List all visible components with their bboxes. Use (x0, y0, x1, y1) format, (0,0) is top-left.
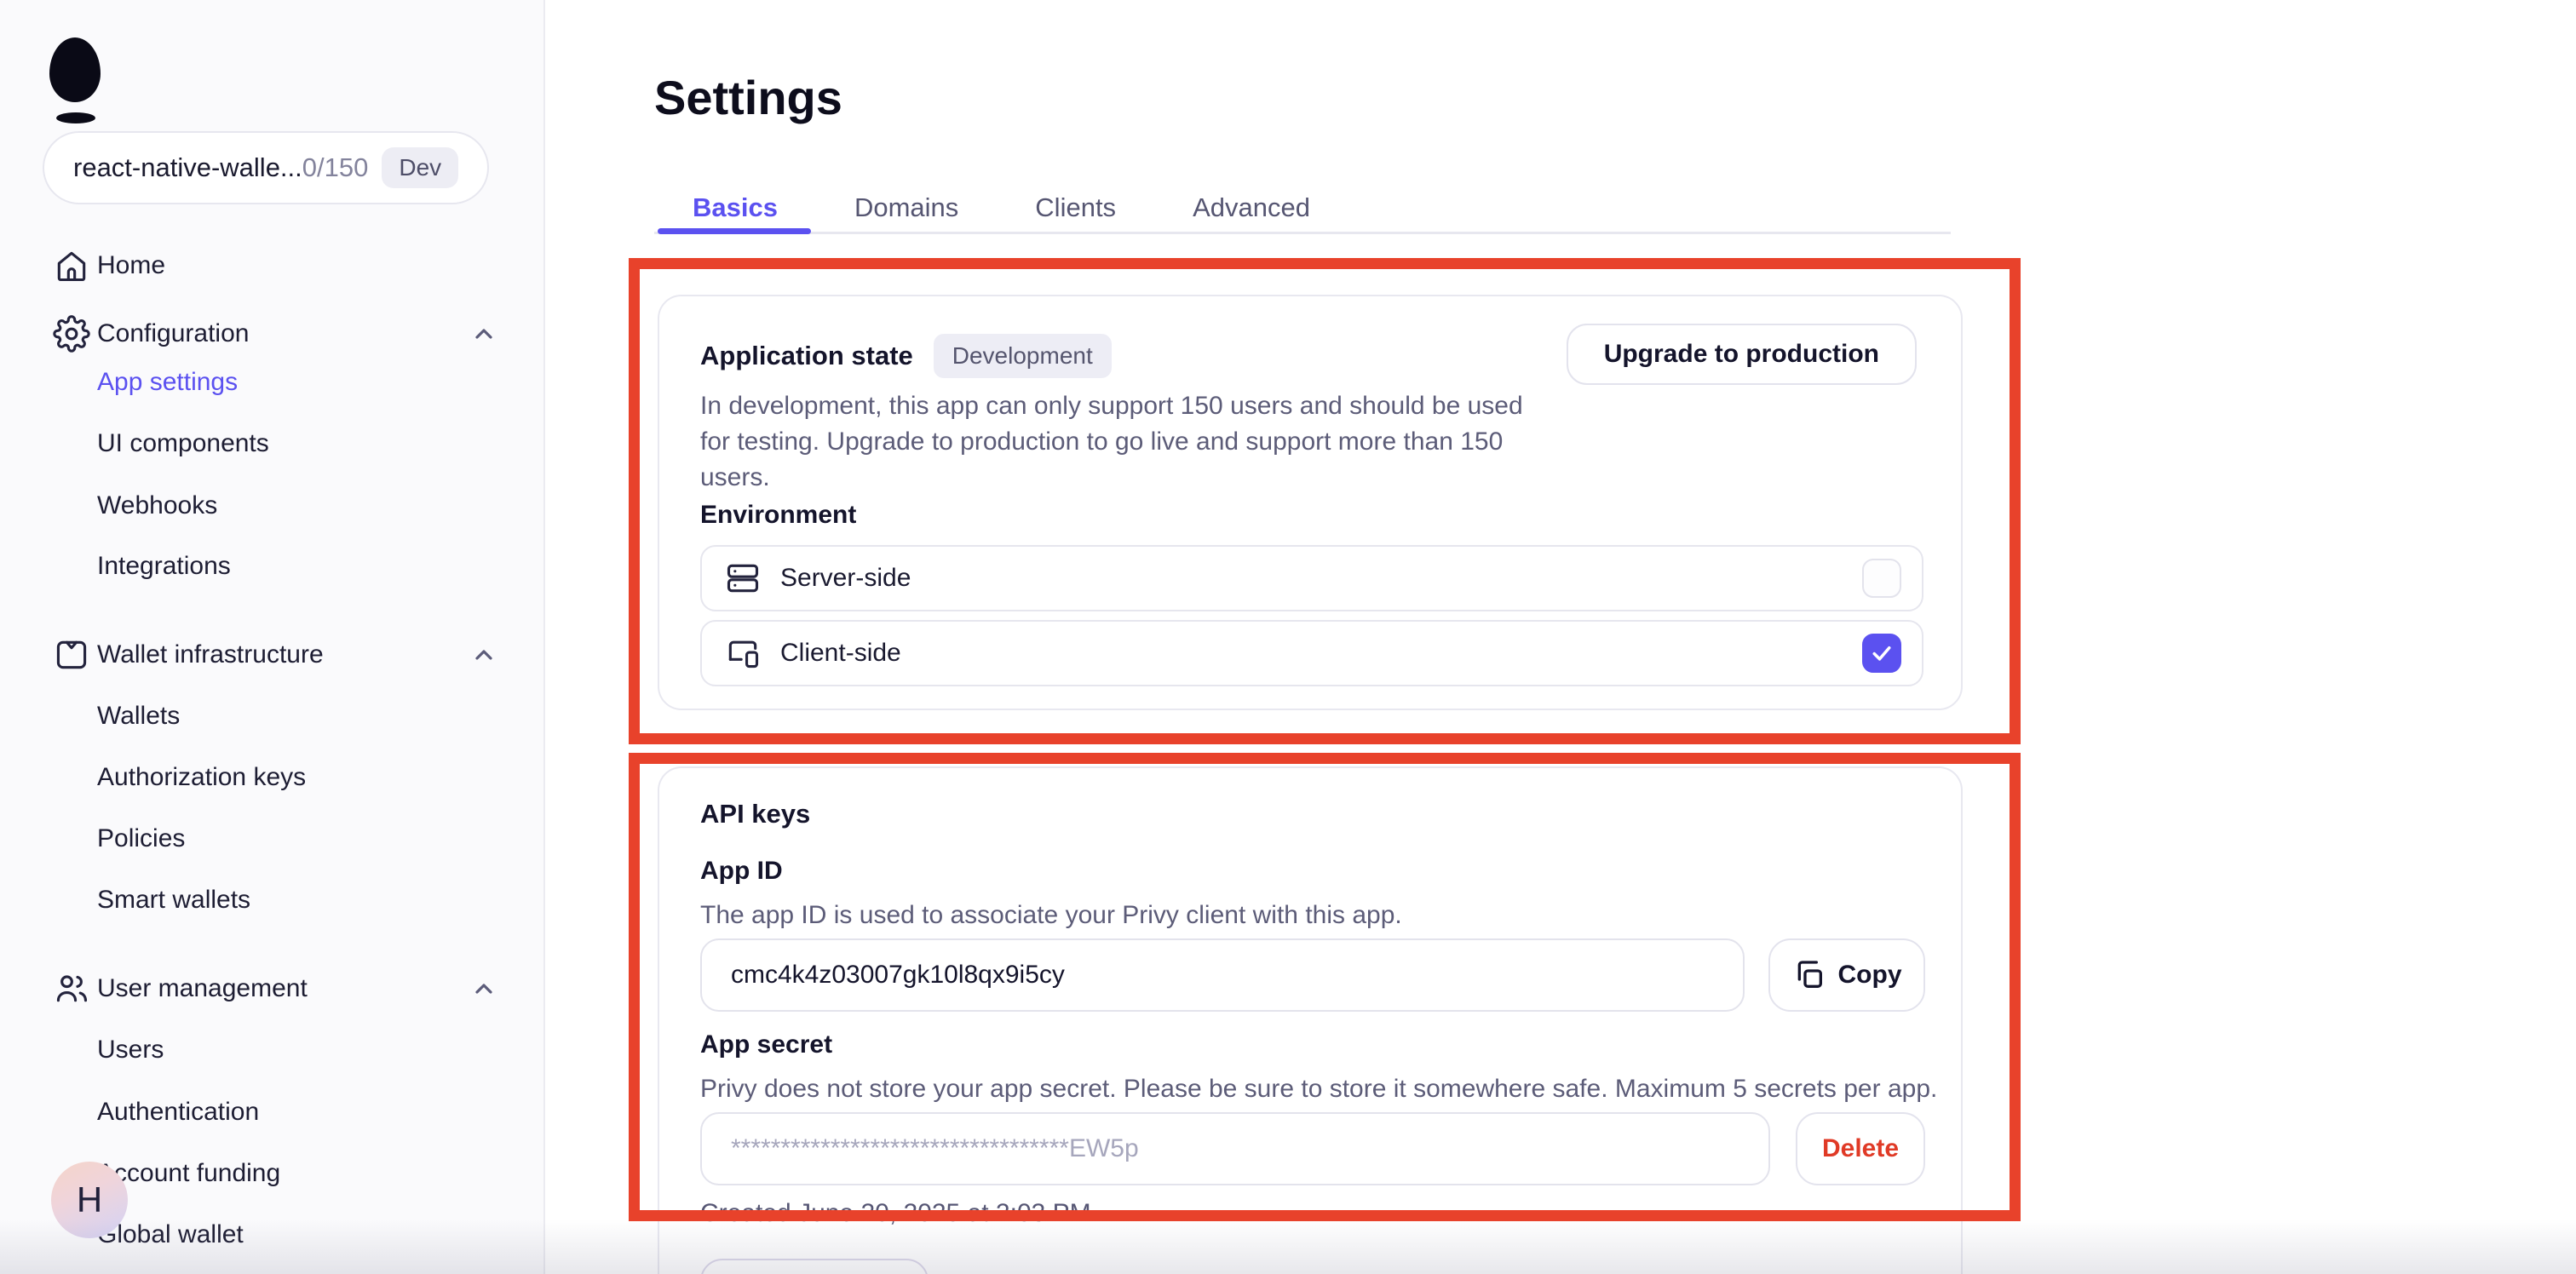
partially-visible-button[interactable] (700, 1259, 929, 1274)
sidebar-item-policies[interactable]: Policies (0, 818, 545, 859)
privy-logo (49, 37, 101, 102)
sidebar-item-label: Policies (97, 824, 185, 853)
application-state-description: In development, this app can only suppor… (700, 388, 1552, 496)
sidebar-item-label: Authentication (97, 1098, 259, 1127)
app-secret-label: App secret (700, 1030, 832, 1059)
environment-row-server-side[interactable]: Server-side (700, 545, 1923, 611)
sidebar-item-label: Users (97, 1036, 164, 1065)
copy-button[interactable]: Copy (1768, 938, 1925, 1012)
chevron-up-icon[interactable] (470, 320, 497, 347)
api-keys-card: API keys App ID The app ID is used to as… (658, 766, 1963, 1274)
copy-icon (1792, 958, 1826, 992)
project-selector[interactable]: react-native-walle... 0/150 Dev (43, 131, 489, 204)
chevron-up-icon[interactable] (470, 975, 497, 1002)
tab-advanced[interactable]: Advanced (1154, 186, 1348, 230)
user-avatar[interactable]: H (51, 1162, 128, 1238)
sidebar-item-label: App settings (97, 368, 238, 397)
upgrade-to-production-button[interactable]: Upgrade to production (1567, 324, 1917, 385)
client-devices-icon (724, 634, 762, 672)
app-id-input[interactable]: cmc4k4z03007gk10l8qx9i5cy (700, 938, 1745, 1012)
sidebar-item-configuration[interactable]: Configuration (0, 313, 545, 354)
api-keys-heading: API keys (700, 799, 810, 829)
application-state-card: Application state Development Upgrade to… (658, 295, 1963, 710)
project-usage-count: 0/150 (302, 152, 369, 183)
sidebar-item-wallets[interactable]: Wallets (0, 696, 545, 737)
application-state-heading: Application state (700, 341, 913, 371)
environment-row-client-side[interactable]: Client-side (700, 620, 1923, 686)
sidebar-item-label: User management (97, 974, 308, 1003)
project-name: react-native-walle... (73, 152, 302, 183)
sidebar-item-label: UI components (97, 429, 269, 458)
delete-secret-button[interactable]: Delete (1796, 1112, 1925, 1185)
privy-logo-shadow (56, 112, 95, 123)
app-secret-description: Privy does not store your app secret. Pl… (700, 1075, 1937, 1104)
project-env-badge: Dev (382, 147, 458, 188)
check-icon (1869, 640, 1895, 666)
page-title: Settings (654, 70, 842, 125)
avatar-initial: H (77, 1179, 102, 1220)
settings-tabs: Basics Domains Clients Advanced (654, 186, 1348, 230)
sidebar-item-ui-components[interactable]: UI components (0, 423, 545, 464)
wallet-icon (53, 636, 90, 674)
sidebar-item-label: Wallet infrastructure (97, 640, 324, 669)
tab-clients[interactable]: Clients (997, 186, 1154, 230)
home-icon (53, 247, 90, 284)
sidebar-item-integrations[interactable]: Integrations (0, 546, 545, 587)
tab-basics[interactable]: Basics (654, 186, 816, 230)
secret-created-timestamp: Created June 20, 2025 at 2:03 PM. (700, 1199, 1098, 1228)
server-icon (724, 560, 762, 597)
sidebar-item-label: Global wallet (97, 1220, 244, 1249)
development-badge: Development (934, 334, 1112, 378)
sidebar-item-label: Configuration (97, 319, 249, 348)
sidebar-item-authentication[interactable]: Authentication (0, 1092, 545, 1133)
server-side-checkbox[interactable] (1862, 559, 1901, 598)
sidebar-item-label: Integrations (97, 552, 231, 581)
sidebar-item-label: Home (97, 251, 165, 280)
gear-icon (53, 315, 90, 353)
sidebar-item-webhooks[interactable]: Webhooks (0, 485, 545, 526)
sidebar-item-label: Smart wallets (97, 886, 250, 915)
sidebar-item-smart-wallets[interactable]: Smart wallets (0, 880, 545, 921)
users-icon (53, 970, 90, 1007)
app-secret-input[interactable]: **********************************EW5p (700, 1112, 1770, 1185)
tabs-divider (654, 232, 1951, 234)
sidebar-item-authorization-keys[interactable]: Authorization keys (0, 757, 545, 798)
sidebar-item-label: Wallets (97, 702, 180, 731)
active-tab-underline (658, 228, 811, 234)
environment-option-label: Client-side (780, 639, 901, 668)
sidebar-item-users[interactable]: Users (0, 1030, 545, 1070)
tab-domains[interactable]: Domains (816, 186, 997, 230)
app-id-label: App ID (700, 857, 783, 886)
sidebar-item-user-management[interactable]: User management (0, 968, 545, 1009)
chevron-up-icon[interactable] (470, 641, 497, 669)
main-content: Settings Basics Domains Clients Advanced… (547, 0, 2576, 1274)
sidebar-item-label: Authorization keys (97, 763, 306, 792)
environment-option-label: Server-side (780, 564, 911, 593)
sidebar-item-home[interactable]: Home (0, 245, 545, 286)
environment-label: Environment (700, 501, 856, 530)
sidebar-item-label: Account funding (97, 1159, 280, 1188)
sidebar-item-wallet-infrastructure[interactable]: Wallet infrastructure (0, 634, 545, 675)
sidebar: react-native-walle... 0/150 Dev Home Con… (0, 0, 545, 1274)
sidebar-item-label: Webhooks (97, 491, 217, 520)
app-id-description: The app ID is used to associate your Pri… (700, 901, 1402, 930)
sidebar-item-app-settings[interactable]: App settings (0, 362, 545, 403)
client-side-checkbox[interactable] (1862, 634, 1901, 673)
